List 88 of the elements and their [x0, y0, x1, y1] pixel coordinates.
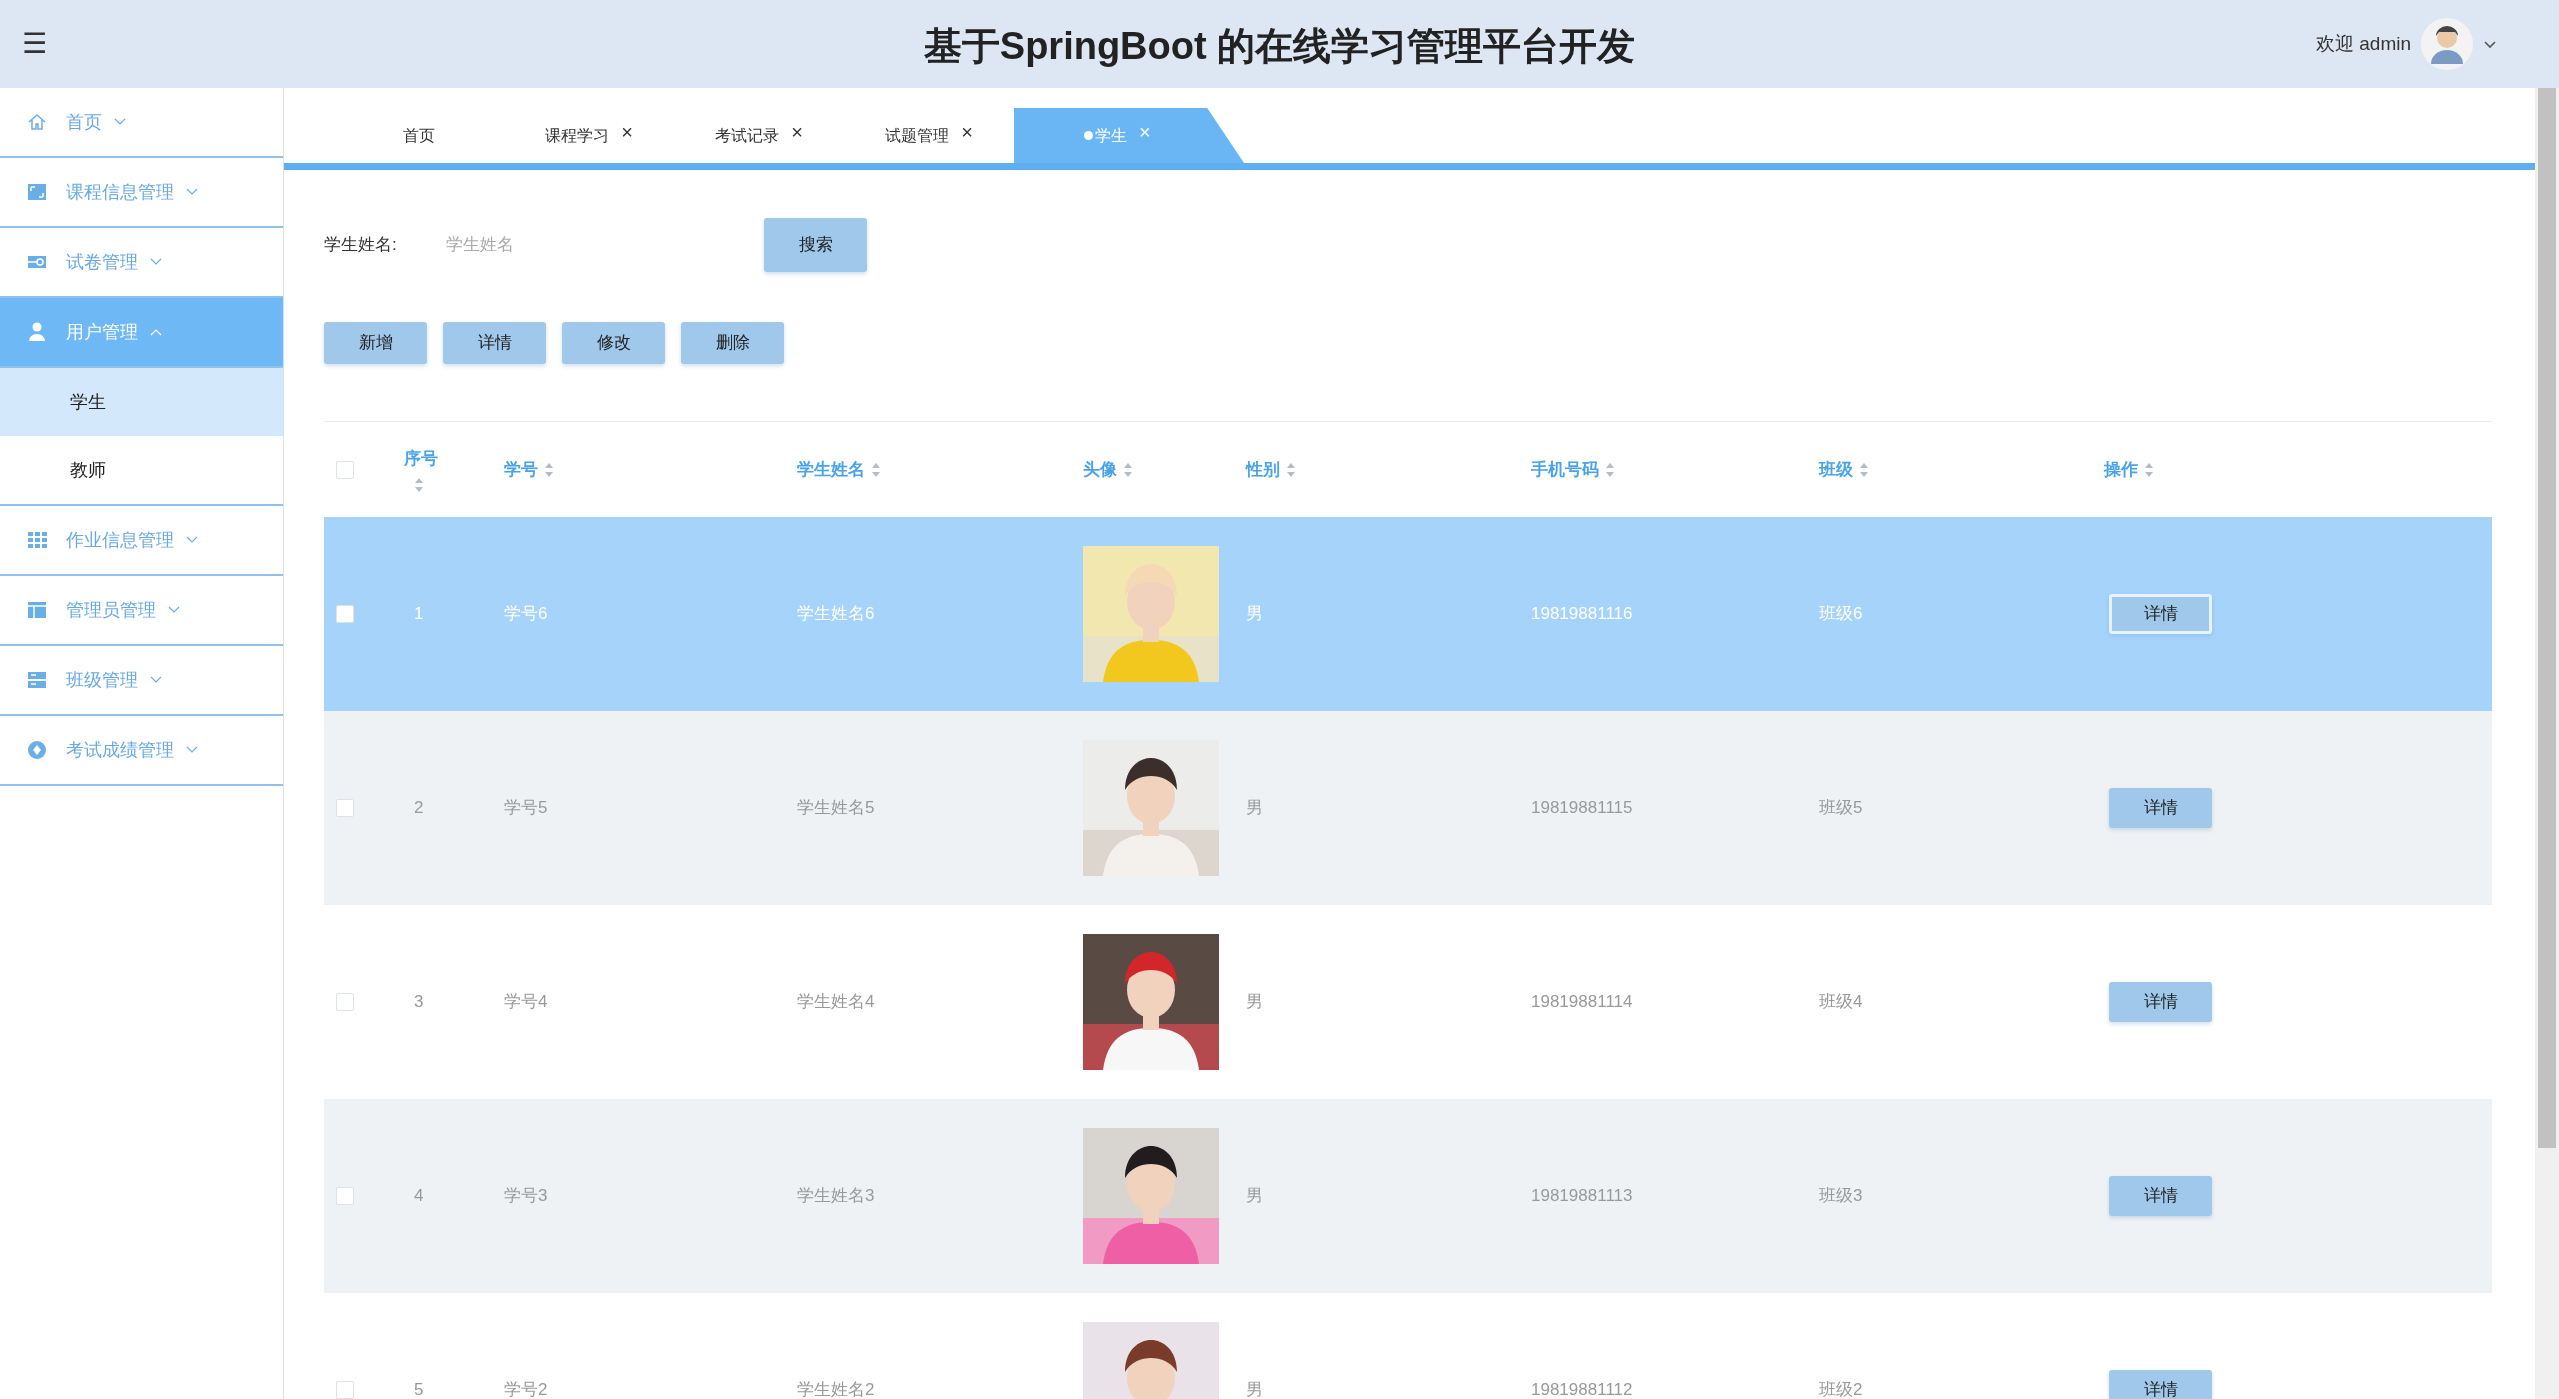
- checkbox[interactable]: [336, 1381, 354, 1399]
- page-title: 基于SpringBoot 的在线学习管理平台开发: [923, 24, 1636, 69]
- table-cell: 19819881115: [1531, 798, 1633, 818]
- sort-icon[interactable]: [1859, 462, 1869, 479]
- checkbox[interactable]: [336, 605, 354, 623]
- details-button[interactable]: 详情: [2109, 1370, 2212, 1399]
- server-icon: [26, 669, 48, 691]
- table-cell: 5: [414, 1380, 424, 1399]
- table-cell: 男: [1246, 604, 1263, 624]
- dot-icon: [1084, 131, 1093, 140]
- chevron-down-icon: [114, 118, 126, 126]
- table-cell: 班级2: [1819, 1380, 1863, 1399]
- table-cell: 学生姓名2: [797, 1380, 875, 1399]
- sort-icon[interactable]: [414, 477, 424, 494]
- caret-icon[interactable]: [2483, 39, 2497, 49]
- table-row[interactable]: 1 学号6 学生姓名6 男 19819881116 班级6 详情: [324, 517, 2492, 711]
- search-button[interactable]: 搜索: [764, 218, 867, 272]
- action-button[interactable]: 详情: [443, 322, 546, 364]
- chevron-down-icon: [186, 188, 198, 196]
- table-row[interactable]: 2 学号5 学生姓名5 男 19819881115 班级5 详情: [324, 711, 2492, 905]
- table-cell: 学号3: [504, 1186, 548, 1206]
- tab[interactable]: 首页: [334, 108, 504, 163]
- checkbox[interactable]: [336, 1187, 354, 1205]
- close-icon[interactable]: ×: [621, 121, 633, 142]
- chevron-down-icon: [168, 606, 180, 614]
- table-cell: 男: [1246, 1380, 1263, 1399]
- table-cell: 男: [1246, 992, 1263, 1012]
- sort-icon[interactable]: [544, 462, 554, 479]
- checkbox[interactable]: [336, 799, 354, 817]
- action-button[interactable]: 删除: [681, 322, 784, 364]
- menu-icon[interactable]: ☰: [22, 30, 48, 58]
- tab[interactable]: 课程学习 ×: [504, 108, 674, 163]
- table-cell: 4: [414, 1186, 424, 1206]
- table-cell: 班级6: [1819, 604, 1863, 624]
- details-button[interactable]: 详情: [2109, 788, 2212, 828]
- image-icon: [26, 181, 48, 203]
- sort-icon[interactable]: [1286, 462, 1296, 479]
- welcome-text: 欢迎 admin: [2315, 31, 2411, 56]
- table-cell: 班级5: [1819, 798, 1863, 818]
- layout-icon: [26, 599, 48, 621]
- table-cell: 班级3: [1819, 1186, 1863, 1206]
- chevron-down-icon: [186, 746, 198, 754]
- table-cell: 19819881113: [1531, 1186, 1633, 1206]
- table-cell: 学号5: [504, 798, 548, 818]
- table-cell: 19819881114: [1531, 992, 1633, 1012]
- table-cell: 1: [414, 604, 424, 624]
- action-button[interactable]: 新增: [324, 322, 427, 364]
- table-cell: 学生姓名5: [797, 798, 875, 818]
- close-icon[interactable]: ×: [791, 121, 803, 142]
- home-icon: [26, 111, 48, 133]
- sort-icon[interactable]: [1605, 462, 1615, 479]
- table-cell: 男: [1246, 798, 1263, 818]
- chevron-down-icon: [150, 676, 162, 684]
- action-button[interactable]: 修改: [562, 322, 665, 364]
- chevron-down-icon: [186, 536, 198, 544]
- scrollbar[interactable]: [2535, 88, 2559, 1399]
- table-cell: 男: [1246, 1186, 1263, 1206]
- table-cell: 学号2: [504, 1380, 548, 1399]
- field-label: 学生姓名:: [324, 234, 398, 257]
- table-cell: 学号4: [504, 992, 548, 1012]
- table-row[interactable]: 4 学号3 学生姓名3 男 19819881113 班级3 详情: [324, 1099, 2492, 1293]
- tab[interactable]: 试题管理 ×: [844, 108, 1014, 163]
- compass-icon: [26, 739, 48, 761]
- tab[interactable]: 考试记录 ×: [674, 108, 844, 163]
- details-button[interactable]: 详情: [2109, 594, 2212, 634]
- details-button[interactable]: 详情: [2109, 982, 2212, 1022]
- chevron-up-icon: [150, 328, 162, 336]
- details-button[interactable]: 详情: [2109, 1176, 2212, 1216]
- sort-icon[interactable]: [1123, 462, 1133, 479]
- submenu-item[interactable]: 教师: [0, 436, 283, 504]
- table-cell: 19819881112: [1531, 1380, 1633, 1399]
- close-icon[interactable]: ×: [961, 121, 973, 142]
- table-cell: 学生姓名3: [797, 1186, 875, 1206]
- table-cell: 19819881116: [1531, 604, 1633, 624]
- chevron-down-icon: [150, 258, 162, 266]
- sort-icon[interactable]: [871, 462, 881, 479]
- table-cell: 学号6: [504, 604, 548, 624]
- table-cell: 学生姓名6: [797, 604, 875, 624]
- select-all-checkbox[interactable]: [336, 460, 354, 479]
- submenu-item[interactable]: 学生: [0, 368, 283, 436]
- sort-icon[interactable]: [2144, 462, 2154, 479]
- checkbox[interactable]: [336, 993, 354, 1011]
- grid-icon: [26, 529, 48, 551]
- table-cell: 3: [414, 992, 424, 1012]
- table-cell: 学生姓名4: [797, 992, 875, 1012]
- user-icon: [26, 321, 48, 343]
- table-cell: 2: [414, 798, 424, 818]
- table-cell: 班级4: [1819, 992, 1863, 1012]
